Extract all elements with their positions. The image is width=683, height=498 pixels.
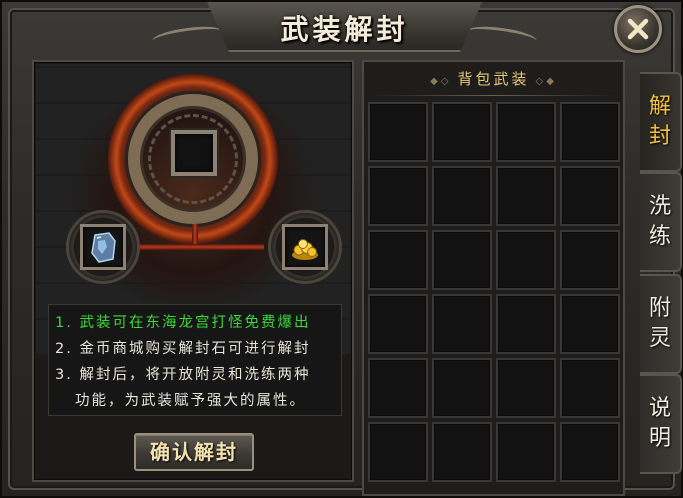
bag-slot[interactable]: [560, 102, 620, 162]
unseal-panel: 1. 武装可在东海龙宫打怪免费爆出 2. 金币商城购买解封石可进行解封 3. 解…: [32, 60, 354, 482]
close-button[interactable]: [614, 5, 662, 53]
bag-slot[interactable]: [496, 294, 556, 354]
gold-coins-icon: [292, 239, 318, 260]
unseal-stone-slot[interactable]: [80, 224, 126, 270]
info-line-purchase: 2. 金币商城购买解封石可进行解封: [55, 341, 311, 357]
equipment-unseal-window: 武装解封 1. 武装可在东海龙宫打怪免费爆出 2. 金币商城购买解封石可进行解封…: [0, 0, 683, 498]
tab-label: 灵: [648, 326, 671, 351]
tab-label: 说: [648, 396, 671, 421]
bag-slot[interactable]: [368, 422, 428, 482]
tab-unseal[interactable]: 解 封: [640, 72, 682, 172]
bag-slot[interactable]: [496, 422, 556, 482]
window-title: 武装解封: [280, 13, 409, 46]
gold-slot[interactable]: [282, 224, 328, 270]
bag-slot[interactable]: [432, 422, 492, 482]
diamond-ornament-icon: ◆◇: [430, 76, 452, 87]
info-line-unlock: 3. 解封后，将开放附灵和洗练两种: [55, 367, 311, 383]
bag-slot[interactable]: [432, 102, 492, 162]
bag-slot[interactable]: [368, 358, 428, 418]
bag-slot[interactable]: [496, 166, 556, 226]
info-line-unlock-cont: 功能，为武装赋予强大的属性。: [75, 393, 306, 409]
bag-slot[interactable]: [432, 230, 492, 290]
unseal-info-box: 1. 武装可在东海龙宫打怪免费爆出 2. 金币商城购买解封石可进行解封 3. 解…: [48, 304, 342, 416]
bag-header-title: 背包武装: [457, 70, 530, 88]
bag-slot[interactable]: [560, 166, 620, 226]
equipment-slot[interactable]: [171, 130, 217, 176]
bag-slot[interactable]: [368, 230, 428, 290]
bag-slot[interactable]: [560, 294, 620, 354]
diamond-ornament-icon: ◇◆: [535, 76, 557, 87]
bag-slot[interactable]: [368, 294, 428, 354]
bag-slot[interactable]: [496, 102, 556, 162]
bag-slot[interactable]: [560, 230, 620, 290]
tab-label: 附: [648, 296, 671, 321]
bag-slot[interactable]: [368, 166, 428, 226]
bag-slot[interactable]: [432, 294, 492, 354]
tab-enchant[interactable]: 附 灵: [640, 274, 682, 374]
bag-slot[interactable]: [432, 358, 492, 418]
bag-header: ◆◇ 背包武装 ◇◆: [364, 62, 623, 96]
unseal-altar: 1. 武装可在东海龙宫打怪免费爆出 2. 金币商城购买解封石可进行解封 3. 解…: [36, 64, 350, 416]
tab-label: 解: [648, 94, 671, 119]
bag-slot[interactable]: [432, 166, 492, 226]
confirm-unseal-button[interactable]: 确认解封: [134, 433, 254, 471]
energy-pipe-horizontal: [124, 244, 264, 250]
bag-slot[interactable]: [496, 358, 556, 418]
bag-slot[interactable]: [560, 358, 620, 418]
tab-label: 洗: [648, 194, 671, 219]
bag-grid: [368, 102, 623, 482]
bag-equipment-panel: ◆◇ 背包武装 ◇◆: [362, 60, 625, 496]
bag-slot[interactable]: [496, 230, 556, 290]
tab-label: 明: [648, 426, 671, 451]
tab-help[interactable]: 说 明: [640, 374, 682, 474]
close-x-icon: [627, 18, 649, 40]
bag-slot[interactable]: [560, 422, 620, 482]
info-line-drop-source: 1. 武装可在东海龙宫打怪免费爆出: [55, 315, 311, 331]
bag-slot[interactable]: [368, 102, 428, 162]
tab-refine[interactable]: 洗 练: [640, 172, 682, 272]
tab-label: 练: [648, 224, 671, 249]
unseal-stone-icon: [91, 232, 116, 263]
tab-label: 封: [648, 124, 671, 149]
